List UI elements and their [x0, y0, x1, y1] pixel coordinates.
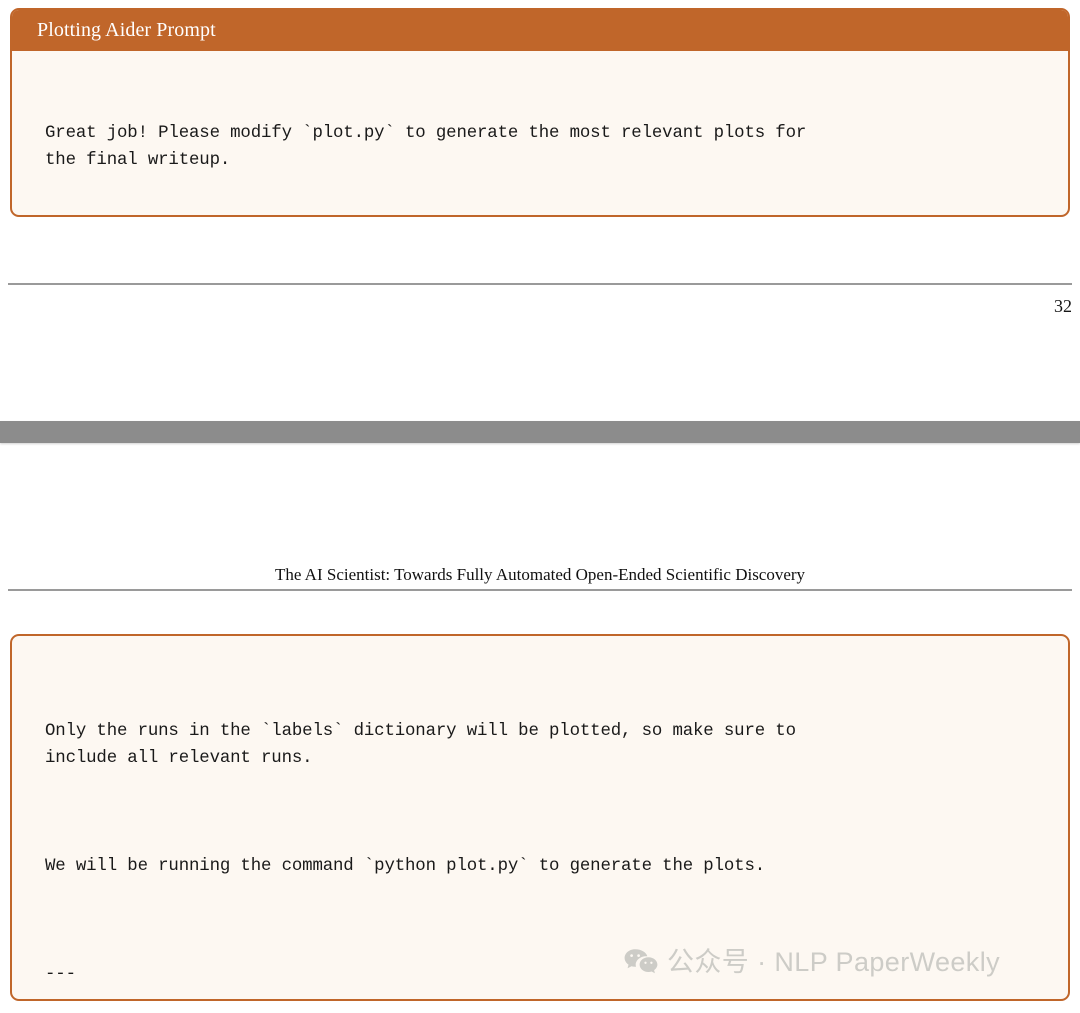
prompt-paragraph: We will be running the command `python p…	[45, 857, 766, 876]
plotting-aider-prompt-continued-box: Only the runs in the `labels` dictionary…	[10, 634, 1070, 1001]
page-footer-rule	[8, 283, 1072, 285]
running-head-title: The AI Scientist: Towards Fully Automate…	[274, 565, 806, 584]
page-separator-band	[0, 421, 1080, 443]
plotting-aider-prompt-box: Plotting Aider Prompt Great job! Please …	[10, 8, 1070, 217]
page-number: 32	[1054, 296, 1072, 316]
page-header-rule	[8, 589, 1072, 591]
prompt-box-header: Plotting Aider Prompt	[12, 10, 1068, 51]
prompt-box-title: Plotting Aider Prompt	[37, 19, 216, 41]
prompt-box-body: Great job! Please modify `plot.py` to ge…	[12, 51, 1068, 215]
prompt-paragraph: ---	[45, 965, 76, 984]
prompt-paragraph: Only the runs in the `labels` dictionary…	[45, 722, 796, 768]
prompt-paragraph: Great job! Please modify `plot.py` to ge…	[45, 124, 807, 170]
prompt-box-body-continued: Only the runs in the `labels` dictionary…	[12, 636, 1068, 999]
